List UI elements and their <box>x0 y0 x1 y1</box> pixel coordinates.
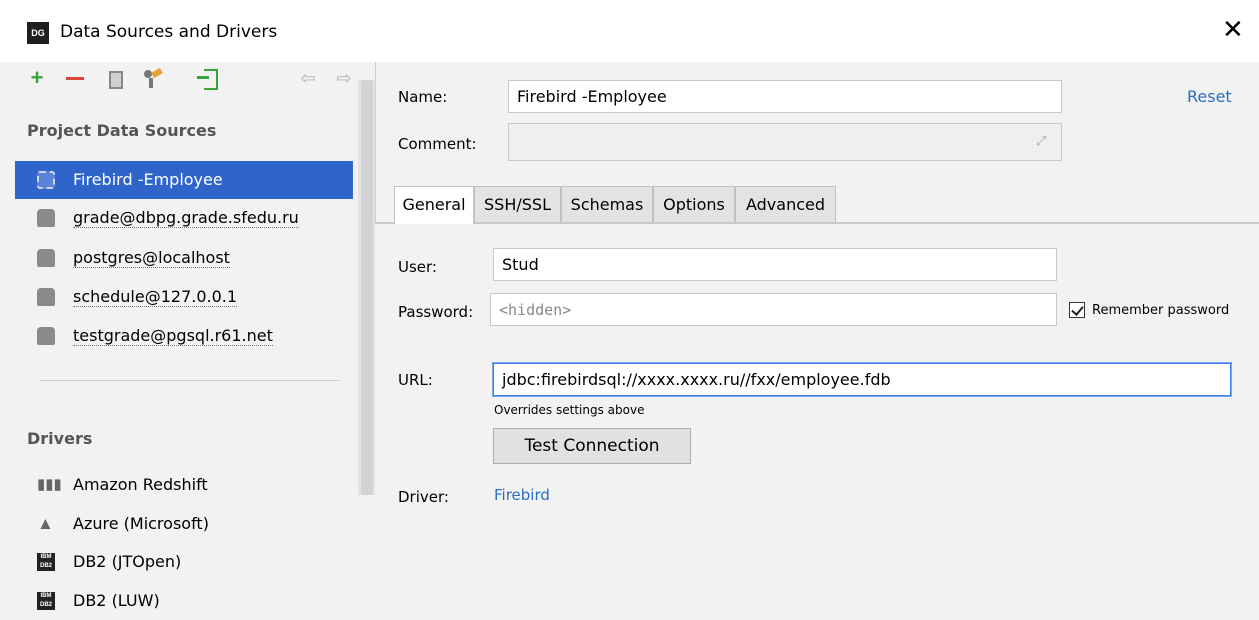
driver-label-static: Driver: <box>398 488 449 506</box>
copy-icon[interactable] <box>103 64 127 92</box>
password-input[interactable]: <hidden> <box>490 293 1057 326</box>
reset-link[interactable]: Reset <box>1187 87 1232 106</box>
postgres-icon <box>37 288 55 306</box>
data-source-label: postgres@localhost <box>73 248 230 268</box>
tab-options[interactable]: Options <box>653 186 735 222</box>
app-logo: DG <box>27 22 49 44</box>
tab-ssh-ssl[interactable]: SSH/SSL <box>474 186 561 222</box>
driver-label: Azure (Microsoft) <box>73 514 209 533</box>
data-source-label: grade@dbpg.grade.sfedu.ru <box>73 208 299 228</box>
window-title: Data Sources and Drivers <box>60 22 278 42</box>
user-label: User: <box>398 258 437 276</box>
data-source-item[interactable]: postgres@localhost <box>15 239 353 277</box>
name-input[interactable]: Firebird -Employee <box>508 80 1062 113</box>
azure-icon: ▲ <box>37 514 54 533</box>
data-source-item[interactable]: Firebird -Employee <box>15 161 353 199</box>
driver-item[interactable]: ▮▮▮ Amazon Redshift <box>15 466 353 504</box>
test-connection-button[interactable]: Test Connection <box>493 428 691 464</box>
url-input[interactable]: jdbc:firebirdsql://xxxx.xxxx.ru//fxx/emp… <box>493 363 1231 396</box>
data-source-label: testgrade@pgsql.r61.net <box>73 326 273 346</box>
comment-input[interactable] <box>508 123 1062 161</box>
close-icon[interactable]: ✕ <box>1222 16 1244 42</box>
tab-general[interactable]: General <box>394 186 474 224</box>
drivers-header: Drivers <box>27 429 93 448</box>
db2-icon: IBM DB2 <box>37 553 55 571</box>
driver-link[interactable]: Firebird <box>494 486 550 504</box>
firebird-icon <box>37 171 55 189</box>
project-data-sources-header: Project Data Sources <box>27 121 217 140</box>
data-source-label: schedule@127.0.0.1 <box>73 287 238 307</box>
data-source-item[interactable]: schedule@127.0.0.1 <box>15 278 353 316</box>
name-label: Name: <box>398 88 448 106</box>
comment-label: Comment: <box>398 135 477 153</box>
general-panel <box>375 224 1259 620</box>
postgres-icon <box>37 249 55 267</box>
remove-icon[interactable] <box>63 64 87 92</box>
expand-icon[interactable]: ⤢ <box>1036 133 1046 149</box>
tab-schemas[interactable]: Schemas <box>561 186 653 222</box>
driver-item[interactable]: IBM DB2 DB2 (LUW) <box>15 582 353 620</box>
driver-label: Amazon Redshift <box>73 475 208 494</box>
import-icon[interactable] <box>195 64 219 92</box>
driver-label: DB2 (JTOpen) <box>73 552 182 571</box>
driver-label: DB2 (LUW) <box>73 591 160 610</box>
user-input[interactable]: Stud <box>493 248 1057 281</box>
forward-icon[interactable]: ⇨ <box>332 64 356 92</box>
redshift-icon: ▮▮▮ <box>37 476 62 493</box>
driver-item[interactable]: ▲ Azure (Microsoft) <box>15 505 353 543</box>
url-hint: Overrides settings above <box>494 403 645 417</box>
remember-password-checkbox[interactable] <box>1069 302 1085 318</box>
data-source-item[interactable]: grade@dbpg.grade.sfedu.ru <box>15 199 353 237</box>
db2-icon: IBM DB2 <box>37 592 55 610</box>
postgres-icon <box>37 327 55 345</box>
properties-icon[interactable] <box>141 64 165 92</box>
driver-item[interactable]: IBM DB2 DB2 (JTOpen) <box>15 543 353 581</box>
url-label: URL: <box>398 371 433 389</box>
password-placeholder: <hidden> <box>499 301 572 319</box>
data-source-label: Firebird -Employee <box>73 170 223 189</box>
scrollbar-thumb[interactable] <box>361 80 373 495</box>
password-label: Password: <box>398 303 474 321</box>
tab-advanced[interactable]: Advanced <box>735 186 836 222</box>
postgres-icon <box>37 209 55 227</box>
sidebar-divider <box>40 380 340 381</box>
data-source-item[interactable]: testgrade@pgsql.r61.net <box>15 317 353 355</box>
add-icon[interactable]: + <box>25 64 49 92</box>
remember-password-label[interactable]: Remember password <box>1092 303 1229 318</box>
back-icon[interactable]: ⇦ <box>296 64 320 92</box>
